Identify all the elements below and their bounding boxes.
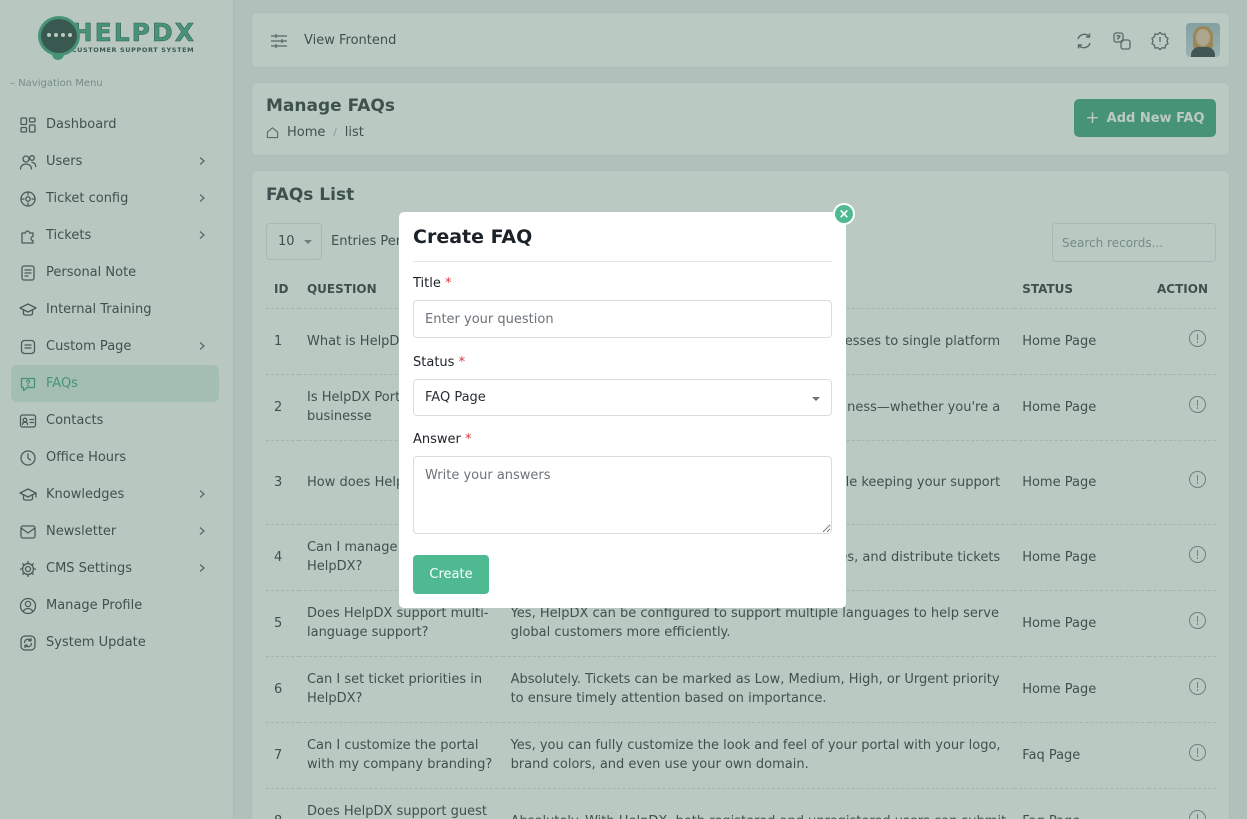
modal-divider [413,261,832,262]
title-label: Title * [413,276,452,291]
status-label: Status * [413,355,466,370]
status-select[interactable]: FAQ Page [413,379,832,416]
create-faq-modal: Create FAQ Title * Status * FAQ Page Ans… [399,212,846,608]
close-modal-button[interactable]: × [833,203,855,225]
create-button[interactable]: Create [413,555,489,594]
title-input[interactable] [413,300,832,338]
answer-textarea[interactable] [413,456,832,534]
modal-title: Create FAQ [413,226,533,248]
caret-down-icon [812,397,820,401]
answer-label: Answer * [413,432,472,447]
